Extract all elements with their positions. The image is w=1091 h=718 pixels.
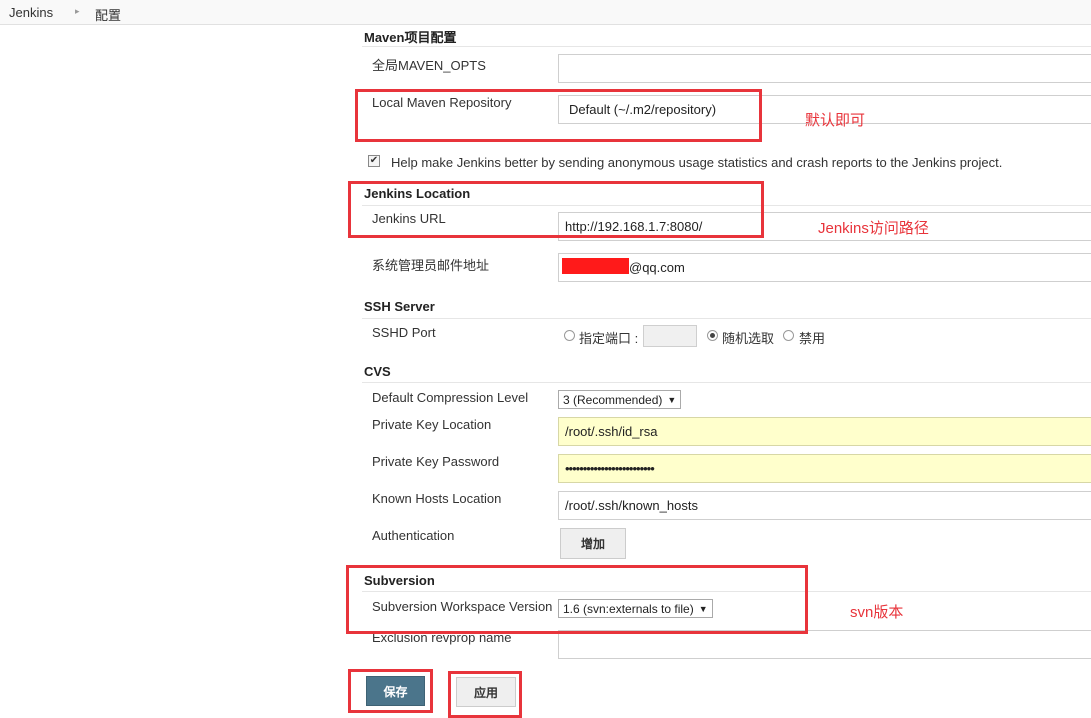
admin-email-label: 系统管理员邮件地址 — [372, 258, 490, 273]
email-redaction-mark — [562, 258, 629, 274]
highlight-box-subversion — [346, 565, 808, 634]
compression-level-select[interactable]: 3 (Recommended) ▼ — [558, 390, 682, 409]
section-divider — [362, 46, 1091, 47]
highlight-box-apply — [448, 671, 522, 718]
ssh-option-disable-label: 禁用 — [799, 331, 826, 346]
known-hosts-input[interactable]: /root/.ssh/known_hosts — [558, 491, 1091, 520]
ssh-section-title: SSH Server — [364, 299, 435, 314]
checkmark-icon: ✔ — [369, 155, 379, 166]
highlight-box-local-repo — [355, 89, 762, 142]
highlight-box-save — [348, 669, 433, 713]
sshd-port-label: SSHD Port — [372, 325, 436, 340]
add-authentication-button[interactable]: 增加 — [560, 528, 626, 559]
breadcrumb-jenkins[interactable]: Jenkins — [9, 5, 53, 20]
section-divider — [362, 382, 1091, 383]
annotation-subversion: svn版本 — [850, 604, 904, 621]
annotation-local-repo: 默认即可 — [805, 112, 866, 129]
ssh-option-random-label: 随机选取 — [722, 331, 775, 346]
annotation-jenkins-url: Jenkins访问路径 — [818, 220, 929, 237]
admin-email-input[interactable]: @qq.com — [558, 253, 1091, 282]
dropdown-arrow-icon: ▼ — [667, 394, 677, 405]
breadcrumb-separator-icon: ▸ — [75, 6, 80, 16]
private-key-password-label: Private Key Password — [372, 454, 500, 469]
section-divider — [362, 318, 1091, 319]
private-key-password-input[interactable]: ••••••••••••••••••••••••• — [558, 454, 1091, 483]
private-key-location-input[interactable]: /root/.ssh/id_rsa — [558, 417, 1091, 446]
exclusion-revprop-input[interactable] — [558, 630, 1091, 659]
ssh-radio-disable[interactable] — [783, 330, 794, 341]
known-hosts-label: Known Hosts Location — [372, 491, 502, 506]
ssh-radio-fixed[interactable] — [564, 330, 575, 341]
ssh-port-input[interactable] — [643, 325, 697, 347]
maven-section-title: Maven项目配置 — [364, 30, 457, 45]
admin-email-suffix: @qq.com — [629, 260, 685, 275]
compression-level-label: Default Compression Level — [372, 390, 529, 405]
maven-opts-label: 全局MAVEN_OPTS — [372, 58, 486, 73]
usage-stats-checkbox[interactable]: ✔ — [368, 155, 380, 167]
ssh-radio-random[interactable] — [707, 330, 718, 341]
maven-opts-input[interactable] — [558, 54, 1091, 83]
breadcrumb-current[interactable]: 配置 — [95, 5, 121, 24]
usage-stats-label: Help make Jenkins better by sending anon… — [391, 155, 1003, 170]
highlight-box-jenkins-url — [348, 181, 764, 238]
cvs-section-title: CVS — [364, 364, 391, 379]
authentication-label: Authentication — [372, 528, 455, 543]
compression-level-value: 3 (Recommended) — [563, 392, 663, 407]
breadcrumb: Jenkins ▸ 配置 — [0, 0, 1091, 25]
private-key-location-label: Private Key Location — [372, 417, 492, 432]
ssh-option-fixed-label: 指定端口 : — [579, 331, 639, 346]
